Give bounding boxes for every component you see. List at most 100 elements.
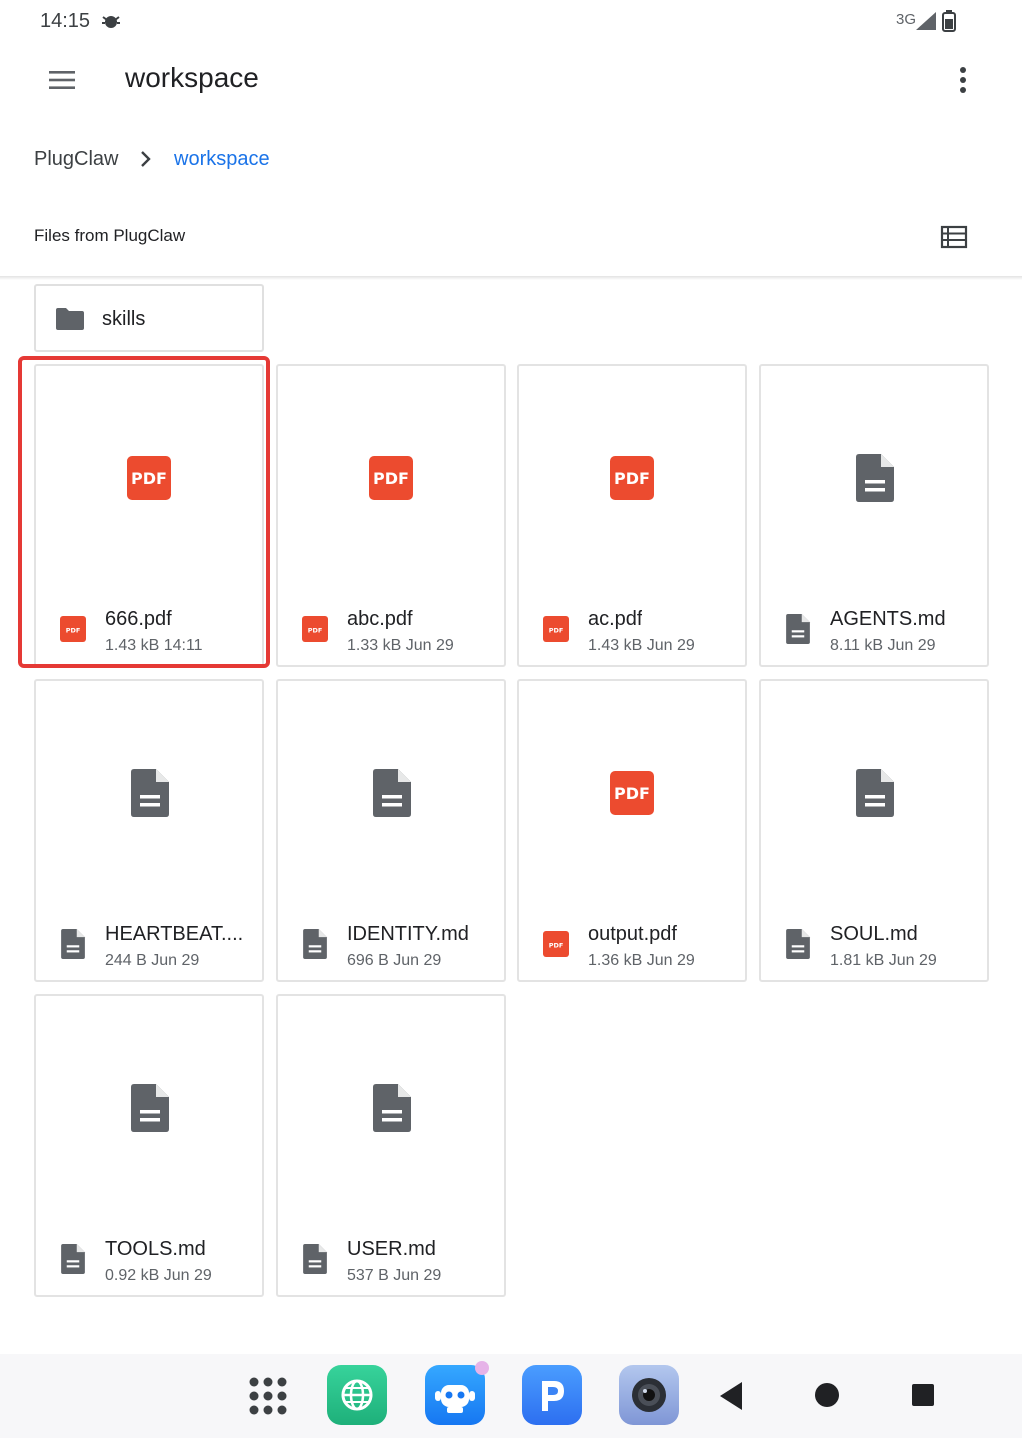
- pdf-badge-text: PDF: [549, 627, 564, 635]
- home-nav-icon[interactable]: [812, 1380, 842, 1410]
- pdf-badge-text: PDF: [549, 942, 564, 950]
- file-name: IDENTITY.md: [347, 923, 469, 945]
- file-date: 14:11: [163, 637, 203, 654]
- system-nav-bar: [0, 1354, 1022, 1438]
- browser-app-icon[interactable]: [327, 1365, 387, 1425]
- file-date: Jun 29: [405, 637, 454, 654]
- file-thumbnail: [278, 996, 504, 1226]
- pdf-file-icon: PDF: [369, 456, 413, 500]
- file-thumbnail: [761, 681, 987, 911]
- more-vert-icon[interactable]: [946, 62, 980, 98]
- file-meta: 244 B Jun 29: [105, 952, 199, 970]
- file-card[interactable]: PDF PDF output.pdf 1.36 kB Jun 29: [517, 679, 747, 982]
- file-thumbnail: [278, 681, 504, 911]
- document-icon: [856, 769, 894, 817]
- file-thumbnail: [36, 681, 262, 911]
- document-icon: [131, 769, 169, 817]
- file-meta: 0.92 kB Jun 29: [105, 1267, 212, 1285]
- back-nav-icon[interactable]: [714, 1378, 748, 1414]
- document-icon: [303, 1244, 327, 1274]
- recents-nav-icon[interactable]: [910, 1382, 936, 1408]
- document-icon: [373, 769, 411, 817]
- file-date: Jun 29: [888, 952, 937, 969]
- document-icon: [856, 454, 894, 502]
- chevron-right-icon: [141, 151, 151, 167]
- breadcrumb: PlugClaw workspace: [0, 132, 1022, 188]
- document-icon: [61, 929, 85, 959]
- file-meta: 1.36 kB Jun 29: [588, 952, 695, 970]
- file-date: Jun 29: [887, 637, 936, 654]
- camera-app-icon[interactable]: [619, 1365, 679, 1425]
- pdf-badge-text: PDF: [373, 469, 409, 488]
- file-card[interactable]: PDF PDF ac.pdf 1.43 kB Jun 29: [517, 364, 747, 667]
- status-time: 14:15: [40, 10, 91, 32]
- document-icon: [61, 1244, 85, 1274]
- hamburger-menu-icon[interactable]: [40, 64, 84, 96]
- header-divider: [0, 276, 1022, 280]
- file-thumbnail: PDF: [519, 681, 745, 911]
- file-card[interactable]: SOUL.md 1.81 kB Jun 29: [759, 679, 989, 982]
- file-name: TOOLS.md: [105, 1238, 206, 1260]
- network-type: 3G: [896, 11, 917, 28]
- file-meta: 8.11 kB Jun 29: [830, 637, 936, 655]
- file-size: 1.33 kB: [347, 637, 402, 654]
- document-icon: [303, 929, 327, 959]
- app-bar: workspace: [0, 44, 1022, 116]
- p-app-icon[interactable]: [522, 1365, 582, 1425]
- signal-icon: [916, 12, 936, 30]
- robot-app-icon[interactable]: [425, 1361, 489, 1425]
- globe-icon: [341, 1379, 373, 1411]
- document-icon: [786, 614, 810, 644]
- breadcrumb-root[interactable]: PlugClaw: [34, 148, 118, 171]
- file-size: 244 B: [105, 952, 147, 969]
- battery-icon: [942, 10, 956, 32]
- file-card[interactable]: IDENTITY.md 696 B Jun 29: [276, 679, 506, 982]
- pdf-file-icon: PDF: [60, 616, 86, 642]
- file-name: AGENTS.md: [830, 608, 946, 630]
- file-thumbnail: PDF: [519, 366, 745, 596]
- document-icon: [786, 929, 810, 959]
- pdf-badge-text: PDF: [131, 469, 167, 488]
- file-date: Jun 29: [393, 1267, 442, 1284]
- breadcrumb-current[interactable]: workspace: [174, 148, 270, 171]
- folder-icon: [56, 308, 84, 330]
- file-date: Jun 29: [151, 952, 200, 969]
- file-thumbnail: PDF: [278, 366, 504, 596]
- file-date: Jun 29: [646, 637, 695, 654]
- app-drawer-icon[interactable]: [244, 1372, 292, 1420]
- pdf-badge-text: PDF: [66, 627, 81, 635]
- file-date: Jun 29: [163, 1267, 212, 1284]
- file-meta: 1.43 kB Jun 29: [588, 637, 695, 655]
- pdf-file-icon: PDF: [127, 456, 171, 500]
- file-name: output.pdf: [588, 923, 677, 945]
- p-logo-icon: [542, 1381, 564, 1411]
- file-meta: 1.43 kB 14:11: [105, 637, 203, 655]
- robot-icon: [435, 1385, 475, 1413]
- file-thumbnail: [36, 996, 262, 1226]
- file-size: 1.36 kB: [588, 952, 643, 969]
- file-card[interactable]: TOOLS.md 0.92 kB Jun 29: [34, 994, 264, 1297]
- file-date: Jun 29: [646, 952, 695, 969]
- file-name: SOUL.md: [830, 923, 918, 945]
- debug-notification-icon: [102, 16, 120, 28]
- pdf-file-icon: PDF: [610, 456, 654, 500]
- file-size: 1.43 kB: [588, 637, 643, 654]
- document-icon: [131, 1084, 169, 1132]
- file-meta: 537 B Jun 29: [347, 1267, 441, 1285]
- pdf-badge-text: PDF: [614, 469, 650, 488]
- file-card[interactable]: PDF PDF 666.pdf 1.43 kB 14:11: [34, 364, 264, 667]
- file-size: 696 B: [347, 952, 389, 969]
- pdf-badge-text: PDF: [614, 784, 650, 803]
- file-card[interactable]: HEARTBEAT.... 244 B Jun 29: [34, 679, 264, 982]
- file-name: HEARTBEAT....: [105, 923, 244, 945]
- file-thumbnail: [761, 366, 987, 596]
- pdf-file-icon: PDF: [610, 771, 654, 815]
- file-size: 0.92 kB: [105, 1267, 160, 1284]
- pdf-file-icon: PDF: [543, 616, 569, 642]
- folder-card-skills[interactable]: skills: [34, 284, 264, 352]
- file-card[interactable]: AGENTS.md 8.11 kB Jun 29: [759, 364, 989, 667]
- file-card[interactable]: USER.md 537 B Jun 29: [276, 994, 506, 1297]
- list-view-icon[interactable]: [938, 222, 970, 252]
- section-label: Files from PlugClaw: [34, 226, 186, 245]
- file-card[interactable]: PDF PDF abc.pdf 1.33 kB Jun 29: [276, 364, 506, 667]
